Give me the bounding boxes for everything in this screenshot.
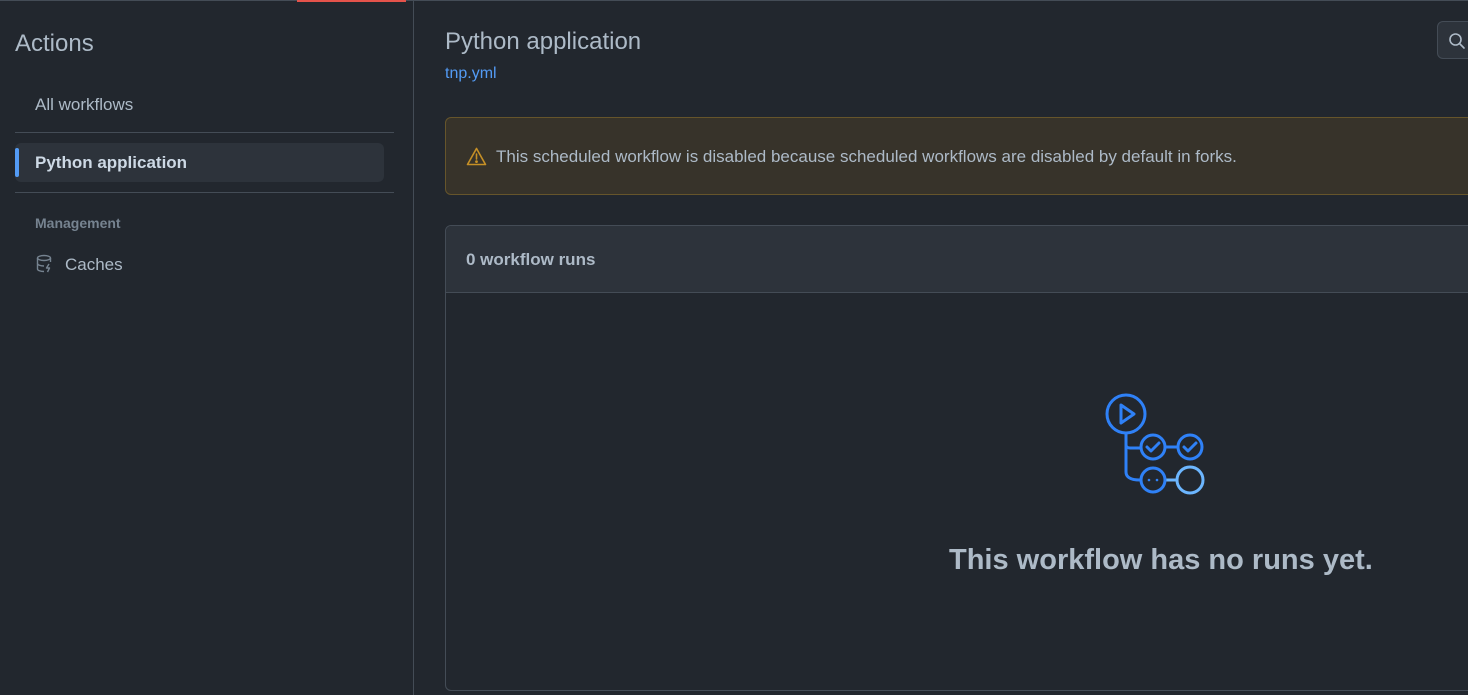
search-button[interactable] <box>1437 21 1468 59</box>
empty-state-message: This workflow has no runs yet. <box>949 544 1373 576</box>
sidebar-item-label: All workflows <box>35 95 134 114</box>
sidebar-title: Actions <box>15 30 94 57</box>
sidebar-item-all-workflows[interactable]: All workflows <box>15 85 384 124</box>
selected-indicator <box>15 148 19 177</box>
page-title: Python application <box>445 28 642 55</box>
workflow-file-link[interactable]: tnp.yml <box>445 65 497 83</box>
workflow-graph-icon <box>1105 393 1205 495</box>
sidebar-divider <box>15 132 394 133</box>
sidebar-item-caches[interactable]: Caches <box>15 245 384 284</box>
management-section-label: Management <box>35 215 121 231</box>
sidebar-item-label: Caches <box>65 255 123 274</box>
alert-icon <box>466 147 487 166</box>
actions-sidebar: Actions All workflows Python application… <box>0 0 414 695</box>
warning-message: This scheduled workflow is disabled beca… <box>496 147 1237 166</box>
search-icon <box>1449 33 1465 49</box>
actions-page: Actions All workflows Python application… <box>0 0 1468 695</box>
sidebar-divider <box>15 192 394 193</box>
scheduled-warning-banner: This scheduled workflow is disabled beca… <box>445 117 1468 195</box>
sidebar-item-label: Python application <box>35 153 188 172</box>
runs-count: 0 workflow runs <box>466 250 596 269</box>
database-icon <box>36 254 52 273</box>
sidebar-item-python-application[interactable]: Python application <box>15 143 384 182</box>
workflow-runs-panel: 0 workflow runs This workflow has no run… <box>445 225 1468 691</box>
runs-header: 0 workflow runs <box>446 226 1468 293</box>
